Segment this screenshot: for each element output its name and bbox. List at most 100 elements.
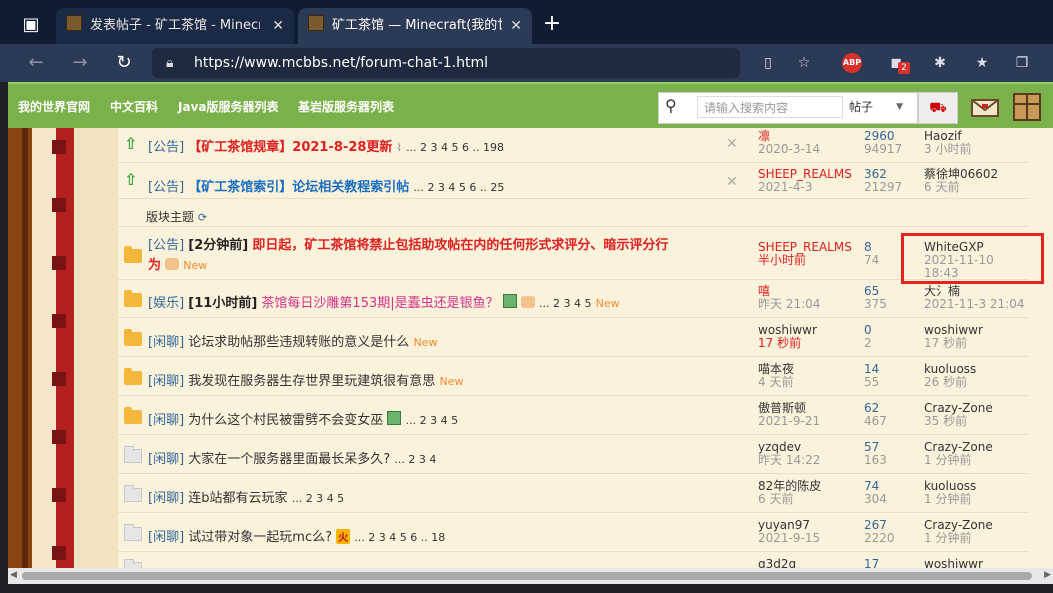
thread-category[interactable]: [娱乐] (148, 296, 184, 311)
close-icon[interactable]: ✕ (726, 174, 738, 190)
thread-row[interactable]: [娱乐] [11小时前] 茶馆每日沙雕第153期|是蠹虫还是银鱼？ ... 2 … (118, 279, 1028, 318)
thread-category[interactable]: [闲聊] (148, 491, 184, 506)
thread-date: 6 天前 (758, 492, 794, 506)
thread-category[interactable]: [公告] (148, 180, 184, 195)
thread-category[interactable]: [公告] (148, 140, 184, 155)
thread-pages[interactable]: ... 2 3 4 (394, 453, 436, 466)
thread-row[interactable]: ⇧ [公告] 【矿工茶馆规章】2021-8-28更新 ⌇ ... 2 3 4 5… (118, 128, 1028, 163)
thumbs-up-icon (165, 258, 180, 270)
search-button[interactable]: ⛟ (918, 92, 958, 124)
thread-title[interactable]: 即日起，矿工茶馆将禁止包括助攻帖在内的任何形式求评分、暗示评分行 (252, 238, 668, 253)
thread-author[interactable]: g3d2g (758, 558, 858, 569)
thread-pages[interactable]: ... 2 3 4 5 (406, 414, 458, 427)
last-post-time[interactable]: 35 秒前 (924, 415, 1028, 428)
thread-title[interactable]: 连b站都有云玩家 (188, 491, 287, 506)
back-icon[interactable]: ← (22, 50, 50, 76)
close-tab-icon[interactable]: ✕ (272, 8, 284, 44)
search-input[interactable]: 请输入搜索内容 (697, 96, 843, 118)
last-poster[interactable]: woshiwwr (924, 558, 1028, 569)
collections-icon[interactable]: ❐ (1010, 52, 1034, 74)
forward-icon[interactable]: → (66, 50, 94, 76)
last-post-time[interactable]: 6 天前 (924, 181, 1028, 194)
scrollbar-thumb[interactable] (22, 572, 1032, 580)
nav-bedrock-servers[interactable]: 基岩版服务器列表 (298, 98, 394, 115)
last-post-time[interactable]: 1 分钟前 (924, 493, 1028, 506)
thread-title[interactable]: 大家在一个服务器里面最长呆多久? (188, 452, 390, 467)
url-field[interactable]: 🔒︎ https://www.mcbbs.net/forum-chat-1.htm… (152, 48, 740, 78)
thread-date: 2021-9-21 (758, 414, 821, 428)
thread-category[interactable]: [闲聊] (148, 452, 184, 467)
thread-pages[interactable]: ... 2 3 4 5 (539, 297, 591, 310)
thread-row[interactable]: [闲聊] 论坛求助帖那些违规转账的意义是什么 New woshiwwr 17 秒前… (118, 318, 1028, 357)
lock-icon: 🔒︎ (166, 55, 174, 71)
thread-category[interactable]: [闲聊] (148, 530, 184, 545)
thread-row[interactable]: [闲聊] 我发现在服务器生存世界里玩建筑很有意思 New 喵本夜 4 天前 14 5… (118, 357, 1028, 396)
thread-row[interactable]: [闲聊] 为什么这个村民被雷劈不会变女巫 ... 2 3 4 5 傲普斯顿 202… (118, 396, 1028, 435)
thread-title-cont[interactable]: 为 (148, 258, 161, 273)
thread-category[interactable]: [公告] (148, 238, 184, 253)
thread-row[interactable]: ⇧ [公告] 【矿工茶馆索引】论坛相关教程索引帖 ... 2 3 4 5 6 .… (118, 162, 1028, 199)
adblock-icon[interactable]: ABP (842, 53, 862, 73)
favorites-icon[interactable]: ★ (970, 52, 994, 74)
thread-row[interactable]: [公告] [2分钟前] 即日起，矿工茶馆将禁止包括助攻帖在内的任何形式求评分、暗… (118, 226, 1028, 280)
thread-date: 17 秒前 (758, 336, 802, 350)
crafting-table-icon[interactable] (1010, 90, 1044, 124)
close-tab-icon[interactable]: ✕ (510, 8, 522, 44)
thread-pages[interactable]: ... 2 3 4 5 6 .. 25 (413, 181, 504, 194)
thread-date: 半小时前 (758, 253, 807, 267)
thread-pages[interactable]: ... 2 3 4 5 6 .. 18 (354, 531, 445, 544)
search-scope-select[interactable]: 帖子 ▼ (849, 96, 907, 118)
reload-icon[interactable]: ↻ (110, 50, 138, 76)
new-tag: New (595, 297, 620, 310)
new-tab-button[interactable]: + (538, 10, 566, 38)
thread-date: 4 天前 (758, 375, 794, 389)
thread-pages[interactable]: ... 2 3 4 5 6 .. 198 (406, 141, 504, 154)
nav-java-servers[interactable]: Java版服务器列表 (178, 98, 278, 115)
thread-title[interactable]: 茶馆每日沙雕第153期|是蠹虫还是银鱼？ (261, 296, 498, 311)
thread-list: ⇧ [公告] 【矿工茶馆规章】2021-8-28更新 ⌇ ... 2 3 4 5… (118, 128, 1028, 568)
thread-title[interactable]: 试过带对象一起玩mc么? (188, 530, 332, 545)
reader-mode-icon[interactable]: ▯ (756, 52, 780, 74)
thread-title[interactable]: 【矿工茶馆规章】2021-8-28更新 (188, 140, 392, 155)
view-count: 467 (864, 414, 887, 428)
thread-row[interactable]: [闲聊] 试过带对象一起玩mc么? 火 ... 2 3 4 5 6 .. 18 … (118, 513, 1028, 552)
refresh-icon[interactable]: ⟳ (198, 211, 207, 224)
reply-count[interactable]: 17 (864, 558, 914, 569)
folder-icon (124, 368, 142, 385)
nav-wiki[interactable]: 中文百科 (110, 98, 158, 115)
last-post-time[interactable]: 1 分钟前 (924, 532, 1028, 545)
close-icon[interactable]: ✕ (726, 136, 738, 152)
horizontal-scrollbar[interactable]: ◀ ▶ (8, 568, 1053, 584)
last-post-time[interactable]: 3 小时前 (924, 143, 1028, 156)
site-nav: 我的世界官网 中文百科 Java版服务器列表 基岩版服务器列表 ⚲ 请输入搜索内… (8, 82, 1053, 130)
scroll-right-icon[interactable]: ▶ (1044, 570, 1051, 580)
thread-category[interactable]: [闲聊] (148, 413, 184, 428)
window-menu-icon[interactable]: ▣ (14, 10, 48, 40)
nav-official-site[interactable]: 我的世界官网 (18, 98, 90, 115)
scroll-left-icon[interactable]: ◀ (10, 570, 17, 580)
view-count: 163 (864, 453, 887, 467)
last-post-time[interactable]: 17 秒前 (924, 337, 1028, 350)
thumbs-up-icon (520, 296, 535, 308)
favorite-add-icon[interactable]: ☆ (792, 52, 816, 74)
thread-pages[interactable]: ... 2 3 4 5 (292, 492, 344, 505)
thread-title[interactable]: 为什么这个村民被雷劈不会变女巫 (188, 413, 383, 428)
thread-row[interactable]: g3d2g 17 woshiwwr (118, 552, 1028, 568)
thread-title[interactable]: 论坛求助帖那些违规转账的意义是什么 (188, 335, 409, 350)
hot-badge: 火 (336, 529, 351, 544)
thread-title[interactable]: 我发现在服务器生存世界里玩建筑很有意思 (188, 374, 435, 389)
extensions-puzzle-icon[interactable]: ✱ (928, 52, 952, 74)
last-post-time[interactable]: 2021-11-3 21:04 (924, 298, 1028, 311)
thread-row[interactable]: [闲聊] 大家在一个服务器里面最长呆多久? ... 2 3 4 yzqdev 昨天… (118, 435, 1028, 474)
tab-forum[interactable]: 矿工茶馆 — Minecraft(我的世界) ✕ (298, 8, 532, 44)
thread-category[interactable]: [闲聊] (148, 335, 184, 350)
last-post-time[interactable]: 26 秒前 (924, 376, 1028, 389)
thread-category[interactable]: [闲聊] (148, 374, 184, 389)
decorative-wall (8, 128, 118, 568)
thread-row[interactable]: [闲聊] 连b站都有云玩家 ... 2 3 4 5 82年的陈皮 6 天前 74 3… (118, 474, 1028, 513)
thread-title[interactable]: 【矿工茶馆索引】论坛相关教程索引帖 (188, 180, 409, 195)
tab-post[interactable]: 发表帖子 - 矿工茶馆 - Minecraft(我的世界) ✕ (56, 8, 294, 44)
view-count: 55 (864, 375, 880, 389)
last-post-time[interactable]: 1 分钟前 (924, 454, 1028, 467)
envelope-icon[interactable] (968, 90, 1002, 124)
